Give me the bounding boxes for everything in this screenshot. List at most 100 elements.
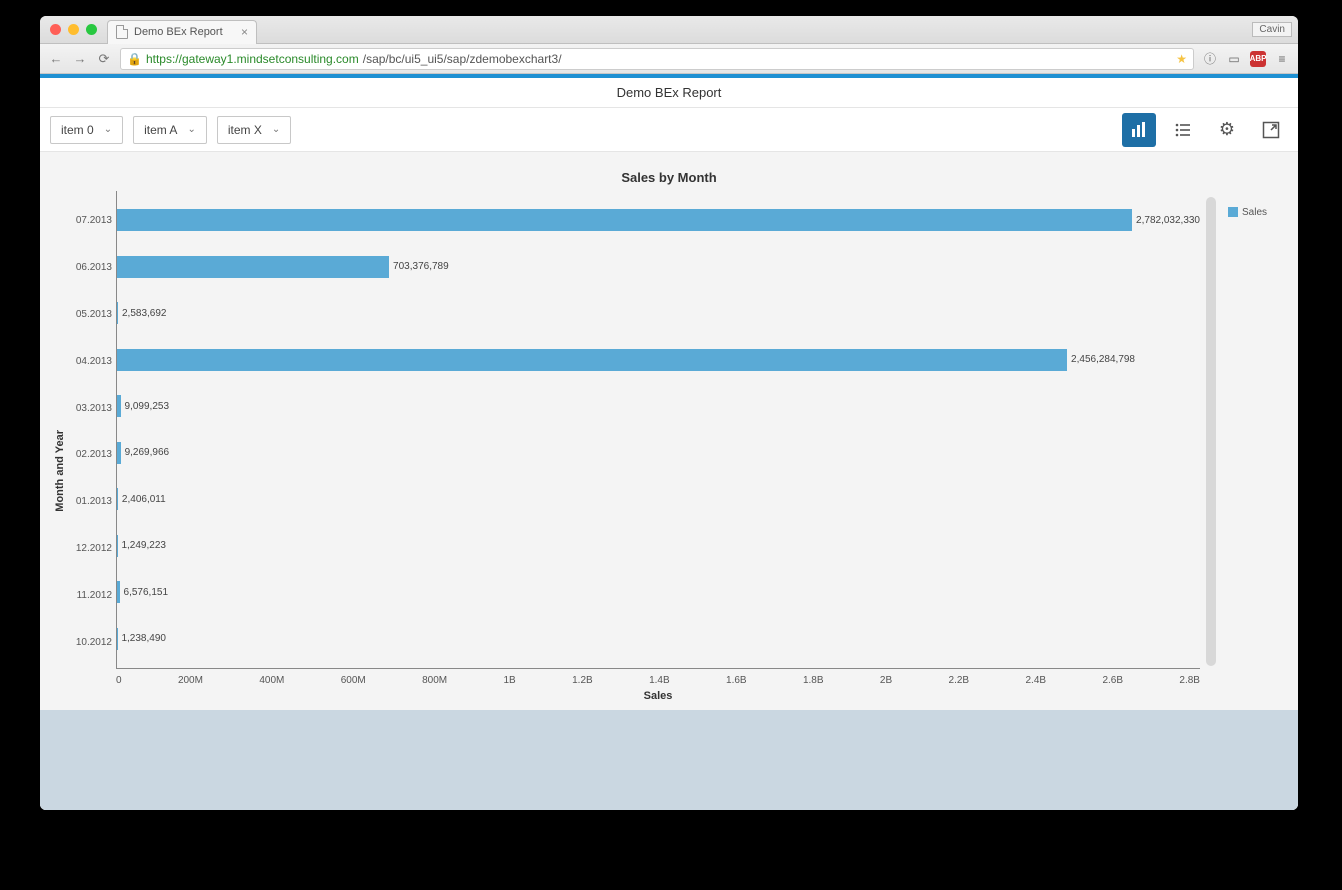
bar-row: 1,238,490	[117, 627, 1200, 651]
bar-row: 2,456,284,798	[117, 348, 1200, 372]
gear-icon: ⚙	[1219, 119, 1235, 140]
dropdown-label: item 0	[61, 123, 94, 137]
filter-dropdown-2[interactable]: item X ⌄	[217, 116, 291, 144]
x-tick-label: 0	[116, 675, 122, 686]
bar[interactable]	[117, 256, 389, 278]
chart-legend: Sales	[1218, 191, 1288, 710]
x-tick-label: 1.8B	[803, 675, 824, 686]
chart-title: Sales by Month	[50, 160, 1288, 191]
bookmark-star-icon[interactable]: ★	[1176, 52, 1187, 66]
bar-value-label: 1,249,223	[117, 540, 166, 551]
dropdown-label: item X	[228, 123, 262, 137]
x-tick-label: 1B	[504, 675, 516, 686]
url-input[interactable]: 🔒 https://gateway1.mindsetconsulting.com…	[120, 48, 1194, 70]
x-tick-label: 1.4B	[649, 675, 670, 686]
y-tick-label: 04.2013	[70, 356, 112, 367]
bar-row: 9,269,966	[117, 441, 1200, 465]
page-title: Demo BEx Report	[617, 85, 722, 100]
y-tick-label: 03.2013	[70, 403, 112, 414]
maximize-window-icon[interactable]	[86, 24, 97, 35]
x-tick-label: 800M	[422, 675, 447, 686]
bar-value-label: 6,576,151	[120, 587, 169, 598]
y-tick-label: 02.2013	[70, 449, 112, 460]
forward-button[interactable]: →	[72, 51, 88, 66]
app-content: Demo BEx Report item 0 ⌄ item A ⌄ item X…	[40, 74, 1298, 810]
x-tick-label: 2.6B	[1102, 675, 1123, 686]
device-icon[interactable]: ▭	[1226, 51, 1242, 67]
x-tick-label: 2.8B	[1179, 675, 1200, 686]
bar-row: 2,583,692	[117, 301, 1200, 325]
extension-icon[interactable]: ABP	[1250, 51, 1266, 67]
plot-area: 2,782,032,330 703,376,789 2,583,692 2,456,2…	[116, 191, 1200, 710]
bars-area[interactable]: 2,782,032,330 703,376,789 2,583,692 2,456,2…	[116, 191, 1200, 669]
list-view-button[interactable]	[1166, 113, 1200, 147]
x-tick-label: 2.4B	[1025, 675, 1046, 686]
menu-icon[interactable]: ≡	[1274, 51, 1290, 67]
minimize-window-icon[interactable]	[68, 24, 79, 35]
fullscreen-button[interactable]	[1254, 113, 1288, 147]
close-tab-icon[interactable]: ×	[241, 25, 248, 39]
back-button[interactable]: ←	[48, 51, 64, 66]
bar-value-label: 1,238,490	[117, 633, 166, 644]
chart-container: Sales by Month Month and Year 07.201306.…	[40, 152, 1298, 710]
bar-value-label: 9,099,253	[121, 401, 170, 412]
chart-scrollbar[interactable]	[1206, 197, 1216, 666]
filter-toolbar: item 0 ⌄ item A ⌄ item X ⌄ ⚙	[40, 108, 1298, 152]
bar-row: 2,782,032,330	[117, 208, 1200, 232]
bar-value-label: 2,406,011	[118, 494, 166, 505]
bar-row: 1,249,223	[117, 534, 1200, 558]
bar-row: 6,576,151	[117, 580, 1200, 604]
settings-button[interactable]: ⚙	[1210, 113, 1244, 147]
fullscreen-icon	[1262, 121, 1280, 139]
bar[interactable]	[117, 209, 1132, 231]
legend-label: Sales	[1242, 207, 1267, 218]
chart-view-button[interactable]	[1122, 113, 1156, 147]
legend-swatch-icon	[1228, 207, 1238, 217]
url-path: /sap/bc/ui5_ui5/sap/zdemobexchart3/	[363, 52, 562, 66]
toolbar-right: ⚙	[1122, 113, 1288, 147]
chevron-down-icon: ⌄	[187, 124, 195, 135]
y-tick-label: 05.2013	[70, 309, 112, 320]
x-axis-title: Sales	[116, 688, 1200, 710]
x-tick-label: 600M	[341, 675, 366, 686]
dropdown-label: item A	[144, 123, 177, 137]
list-icon	[1174, 121, 1192, 139]
bar-row: 2,406,011	[117, 487, 1200, 511]
filter-dropdown-1[interactable]: item A ⌄	[133, 116, 207, 144]
x-axis-tick-labels: 0200M400M600M800M1B1.2B1.4B1.6B1.8B2B2.2…	[116, 669, 1200, 688]
chart-body: Month and Year 07.201306.201305.201304.2…	[50, 191, 1288, 710]
chevron-down-icon: ⌄	[104, 124, 112, 135]
filter-dropdown-0[interactable]: item 0 ⌄	[50, 116, 123, 144]
bar-row: 9,099,253	[117, 394, 1200, 418]
bar-value-label: 2,583,692	[118, 308, 167, 319]
app-header: Demo BEx Report	[40, 78, 1298, 108]
close-window-icon[interactable]	[50, 24, 61, 35]
footer-area	[40, 710, 1298, 810]
window-controls[interactable]	[40, 24, 107, 35]
y-tick-label: 12.2012	[70, 543, 112, 554]
bar-value-label: 703,376,789	[389, 261, 449, 272]
reload-button[interactable]: ⟳	[96, 51, 112, 67]
lock-icon: 🔒	[127, 52, 142, 66]
x-tick-label: 200M	[178, 675, 203, 686]
bar-row: 703,376,789	[117, 255, 1200, 279]
bar-value-label: 9,269,966	[121, 447, 170, 458]
user-profile-badge[interactable]: Cavin	[1252, 22, 1292, 37]
url-host: https://gateway1.mindsetconsulting.com	[146, 52, 359, 66]
bar-value-label: 2,456,284,798	[1067, 354, 1135, 365]
bar-value-label: 2,782,032,330	[1132, 215, 1200, 226]
y-tick-label: 07.2013	[70, 215, 112, 226]
browser-address-bar: ← → ⟳ 🔒 https://gateway1.mindsetconsulti…	[40, 44, 1298, 74]
y-tick-label: 01.2013	[70, 496, 112, 507]
y-tick-label: 11.2012	[70, 590, 112, 601]
x-tick-label: 1.2B	[572, 675, 593, 686]
y-axis-tick-labels: 07.201306.201305.201304.201303.201302.20…	[66, 191, 116, 710]
tab-title: Demo BEx Report	[134, 26, 223, 38]
bar[interactable]	[117, 349, 1067, 371]
browser-tab-strip: Demo BEx Report × Cavin	[40, 16, 1298, 44]
browser-tab[interactable]: Demo BEx Report ×	[107, 20, 257, 44]
browser-window: Demo BEx Report × Cavin ← → ⟳ 🔒 https://…	[40, 16, 1298, 810]
info-icon[interactable]: ⓘ	[1202, 51, 1218, 67]
y-tick-label: 10.2012	[70, 637, 112, 648]
x-tick-label: 2.2B	[949, 675, 970, 686]
